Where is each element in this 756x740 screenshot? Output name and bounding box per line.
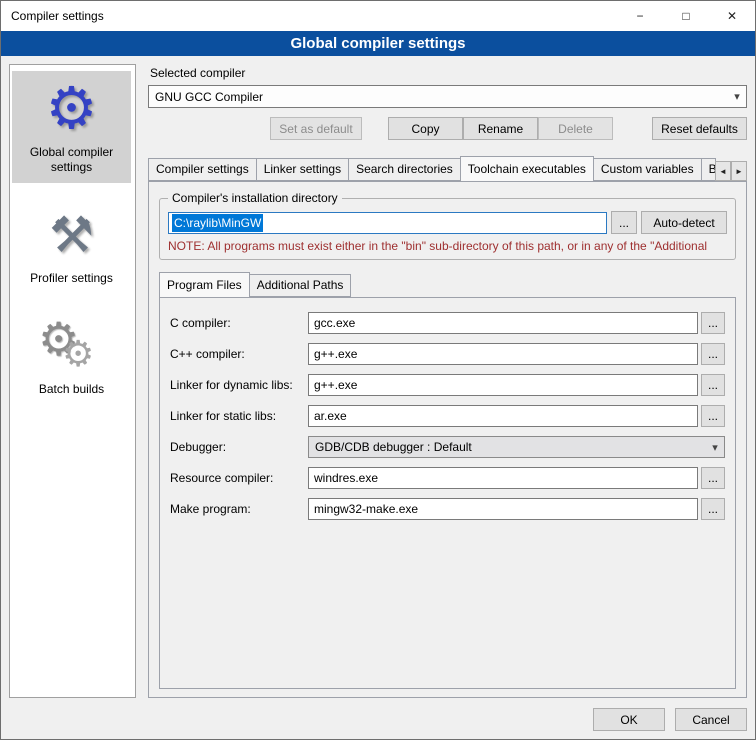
field-row-resource-compiler: Resource compiler: ... (170, 467, 725, 489)
selected-compiler-label: Selected compiler (150, 66, 747, 80)
gear-glyph: ⚙ (46, 80, 98, 138)
selected-compiler-value: GNU GCC Compiler (155, 90, 728, 104)
installation-directory-legend: Compiler's installation directory (168, 191, 342, 205)
tab-additional-paths[interactable]: Additional Paths (249, 274, 352, 297)
sidebar-item-label: Batch builds (14, 382, 129, 397)
gear-glyph: ⚙ (62, 336, 94, 372)
resource-compiler-input[interactable] (308, 467, 698, 489)
batch-gears-icon: ⚙ ⚙ (14, 314, 129, 378)
tab-program-files[interactable]: Program Files (159, 272, 250, 298)
field-label: C++ compiler: (170, 347, 308, 361)
rename-button[interactable]: Rename (463, 117, 538, 140)
tab-scroll-right-button[interactable]: ► (731, 161, 747, 181)
tab-scroll-arrows: ◄ ► (715, 161, 747, 181)
reset-defaults-button[interactable]: Reset defaults (652, 117, 747, 140)
sidebar-item-profiler-settings[interactable]: ⚒ Profiler settings (12, 197, 131, 294)
dialog-footer: OK Cancel (9, 708, 747, 731)
install-dir-input[interactable]: C:\raylib\MinGW (168, 212, 607, 234)
static-linker-browse-button[interactable]: ... (701, 405, 725, 427)
field-row-c-compiler: C compiler: ... (170, 312, 725, 334)
field-row-cpp-compiler: C++ compiler: ... (170, 343, 725, 365)
category-sidebar: ⚙ Global compiler settings ⚒ Profiler se… (9, 64, 136, 698)
field-label: Resource compiler: (170, 471, 308, 485)
banner-title: Global compiler settings (1, 31, 755, 56)
compiler-button-row: Set as default Copy Rename Delete Reset … (148, 117, 747, 140)
tab-linker-settings[interactable]: Linker settings (256, 158, 349, 181)
sidebar-item-batch-builds[interactable]: ⚙ ⚙ Batch builds (12, 308, 131, 405)
debugger-select[interactable]: GDB/CDB debugger : Default ▾ (308, 436, 725, 458)
program-files-panel: C compiler: ... C++ compiler: ... Linker… (159, 297, 736, 689)
cpp-compiler-browse-button[interactable]: ... (701, 343, 725, 365)
copy-button[interactable]: Copy (388, 117, 463, 140)
field-row-debugger: Debugger: GDB/CDB debugger : Default ▾ (170, 436, 725, 458)
make-program-input[interactable] (308, 498, 698, 520)
program-files-tabstrip: Program Files Additional Paths (159, 272, 738, 297)
settings-tabstrip: Compiler settings Linker settings Search… (148, 156, 747, 181)
field-label: Linker for static libs: (170, 409, 308, 423)
ok-button[interactable]: OK (593, 708, 665, 731)
minimize-icon: − (636, 9, 643, 23)
delete-button[interactable]: Delete (538, 117, 613, 140)
install-dir-selected-text: C:\raylib\MinGW (172, 214, 263, 232)
dialog-content: ⚙ Global compiler settings ⚒ Profiler se… (1, 56, 755, 739)
tab-compiler-settings[interactable]: Compiler settings (148, 158, 257, 181)
selected-compiler-dropdown[interactable]: GNU GCC Compiler ▾ (148, 85, 747, 108)
field-row-make-program: Make program: ... (170, 498, 725, 520)
profiler-icon: ⚒ (14, 203, 129, 267)
hammer-glyph: ⚒ (49, 210, 94, 260)
field-label: Linker for dynamic libs: (170, 378, 308, 392)
toolchain-executables-panel: Compiler's installation directory C:\ray… (148, 181, 747, 698)
tab-custom-variables[interactable]: Custom variables (593, 158, 702, 181)
field-row-static-linker: Linker for static libs: ... (170, 405, 725, 427)
maximize-icon: □ (682, 9, 689, 23)
sidebar-item-label: Profiler settings (14, 271, 129, 286)
gear-icon: ⚙ (14, 77, 129, 141)
tab-scroll-left-button[interactable]: ◄ (715, 161, 731, 181)
installation-directory-group: Compiler's installation directory C:\ray… (159, 198, 736, 260)
static-linker-input[interactable] (308, 405, 698, 427)
dynamic-linker-browse-button[interactable]: ... (701, 374, 725, 396)
set-as-default-button[interactable]: Set as default (270, 117, 362, 140)
main-panel: Selected compiler GNU GCC Compiler ▾ Set… (148, 64, 747, 698)
install-dir-note: NOTE: All programs must exist either in … (168, 239, 727, 253)
auto-detect-button[interactable]: Auto-detect (641, 211, 727, 234)
resource-compiler-browse-button[interactable]: ... (701, 467, 725, 489)
maximize-button[interactable]: □ (663, 1, 709, 31)
field-label: Debugger: (170, 440, 308, 454)
install-dir-browse-button[interactable]: ... (611, 211, 637, 234)
caption-buttons: − □ ✕ (617, 1, 755, 31)
make-program-browse-button[interactable]: ... (701, 498, 725, 520)
window-title: Compiler settings (1, 9, 617, 23)
tab-search-directories[interactable]: Search directories (348, 158, 461, 181)
titlebar: Compiler settings − □ ✕ (1, 1, 755, 31)
arrow-left-icon: ◄ (719, 167, 727, 176)
sidebar-item-global-compiler-settings[interactable]: ⚙ Global compiler settings (12, 71, 131, 183)
dynamic-linker-input[interactable] (308, 374, 698, 396)
c-compiler-input[interactable] (308, 312, 698, 334)
close-button[interactable]: ✕ (709, 1, 755, 31)
tab-toolchain-executables[interactable]: Toolchain executables (460, 156, 594, 182)
chevron-down-icon: ▾ (728, 90, 746, 103)
close-icon: ✕ (727, 9, 737, 23)
field-row-dynamic-linker: Linker for dynamic libs: ... (170, 374, 725, 396)
c-compiler-browse-button[interactable]: ... (701, 312, 725, 334)
debugger-select-value: GDB/CDB debugger : Default (315, 440, 706, 454)
field-label: C compiler: (170, 316, 308, 330)
chevron-down-icon: ▾ (706, 441, 724, 454)
arrow-right-icon: ► (735, 167, 743, 176)
cpp-compiler-input[interactable] (308, 343, 698, 365)
field-label: Make program: (170, 502, 308, 516)
sidebar-item-label: Global compiler settings (14, 145, 129, 175)
tab-build-options-clipped[interactable]: Buil (701, 158, 716, 181)
minimize-button[interactable]: − (617, 1, 663, 31)
compiler-settings-window: Compiler settings − □ ✕ Global compiler … (0, 0, 756, 740)
cancel-button[interactable]: Cancel (675, 708, 747, 731)
